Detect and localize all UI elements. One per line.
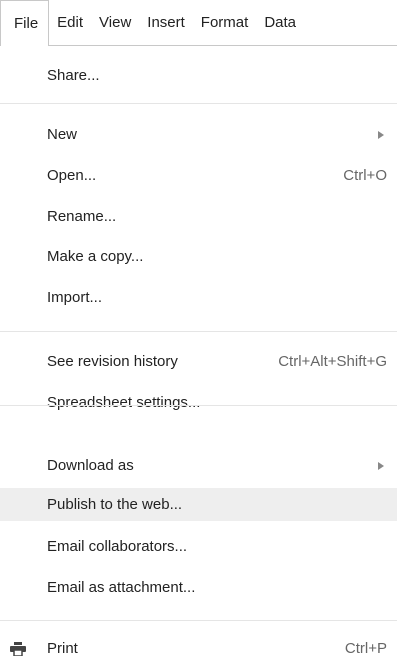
menu-item-label: New <box>47 126 78 143</box>
menu-item-label: See revision history <box>47 353 178 370</box>
menu-item-label: Rename... <box>47 208 117 225</box>
menu-item-make-a-copy[interactable]: Make a copy... <box>0 240 397 273</box>
menu-bar-spacer <box>304 0 397 46</box>
menu-insert[interactable]: Insert <box>139 0 193 44</box>
menu-item-label: Download as <box>47 457 134 474</box>
menu-item-label: Make a copy... <box>47 248 144 265</box>
menu-item-publish-to-the-web[interactable]: Publish to the web... <box>0 488 397 521</box>
menu-item-label: Spreadsheet settings... <box>47 394 201 411</box>
menu-item-print[interactable]: Print Ctrl+P <box>0 632 397 663</box>
menu-item-label: Print <box>47 640 78 657</box>
menu-item-open[interactable]: Open... Ctrl+O <box>0 159 397 192</box>
menu-format[interactable]: Format <box>193 0 257 44</box>
menu-item-email-as-attachment[interactable]: Email as attachment... <box>0 571 397 604</box>
menu-item-label: Share... <box>47 67 100 84</box>
menu-item-label: Email collaborators... <box>47 538 188 555</box>
menu-item-label: Open... <box>47 167 97 184</box>
menu-separator <box>0 103 397 104</box>
menu-item-shortcut: Ctrl+P <box>344 640 387 657</box>
menu-item-label: Publish to the web... <box>47 496 183 513</box>
menu-item-import[interactable]: Import... <box>0 281 397 314</box>
menu-separator <box>0 620 397 621</box>
menu-item-label: Email as attachment... <box>47 579 196 596</box>
menu-file[interactable]: File <box>0 0 50 46</box>
menu-data[interactable]: Data <box>256 0 304 44</box>
menu-item-see-revision-history[interactable]: See revision history Ctrl+Alt+Shift+G <box>0 345 397 378</box>
submenu-arrow-icon <box>378 130 384 139</box>
menu-item-shortcut: Ctrl+Alt+Shift+G <box>278 353 387 370</box>
menu-separator <box>0 331 397 332</box>
menu-item-new[interactable]: New <box>0 118 397 151</box>
menu-item-label: Import... <box>47 289 103 306</box>
menu-item-email-collaborators[interactable]: Email collaborators... <box>0 530 397 563</box>
menu-item-rename[interactable]: Rename... <box>0 200 397 233</box>
app-root: File Edit View Insert Format Data Share.… <box>0 0 397 663</box>
menu-item-spreadsheet-settings[interactable]: Spreadsheet settings... <box>0 386 397 419</box>
menu-separator <box>0 405 397 406</box>
menu-bar: File Edit View Insert Format Data <box>0 0 397 46</box>
file-menu-dropdown: Share... New Open... Ctrl+O Rename... Ma… <box>0 45 397 663</box>
menu-item-share[interactable]: Share... <box>0 59 397 92</box>
menu-item-shortcut: Ctrl+O <box>343 167 387 184</box>
submenu-arrow-icon <box>378 461 384 470</box>
menu-view[interactable]: View <box>91 0 139 44</box>
menu-item-download-as[interactable]: Download as <box>0 449 397 482</box>
printer-icon <box>9 640 27 658</box>
menu-edit[interactable]: Edit <box>49 0 91 44</box>
